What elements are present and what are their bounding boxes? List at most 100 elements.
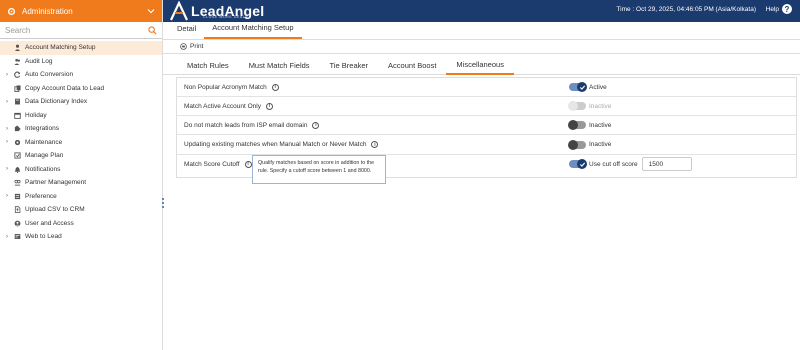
calendar-icon (13, 111, 22, 120)
users-icon (13, 57, 22, 66)
time-display: Time : Oct 29, 2025, 04:46:05 PM (Asia/K… (616, 6, 756, 13)
sidebar-item-copy-account-data-to-lead[interactable]: Copy Account Data to Lead (0, 82, 162, 96)
tab-bar: Detail Account Matching Setup (163, 22, 800, 40)
wrench-icon (13, 138, 22, 147)
tab-detail[interactable]: Detail (169, 21, 204, 39)
sidebar: Administration Account Matching Setup Aud… (0, 0, 164, 350)
subtab-miscellaneous[interactable]: Miscellaneous (446, 56, 514, 75)
sidebar-item-label: Partner Management (25, 179, 87, 187)
toolbar: Print (163, 40, 800, 54)
refresh-icon (13, 70, 22, 79)
info-icon[interactable]: i (312, 121, 320, 129)
copy-icon (13, 84, 22, 93)
help-link[interactable]: Help ? (766, 4, 792, 14)
print-icon[interactable] (180, 43, 187, 50)
sidebar-item-label: Account Matching Setup (25, 44, 96, 52)
sidebar-search (0, 23, 162, 39)
sidebar-item-notifications[interactable]: › Notifications (0, 163, 162, 177)
check-icon (577, 82, 587, 92)
sidebar-item-account-matching-setup[interactable]: Account Matching Setup (0, 41, 162, 55)
user-circle-icon (13, 219, 22, 228)
sidebar-item-auto-conversion[interactable]: › Auto Conversion (0, 68, 162, 82)
sidebar-item-partner-management[interactable]: Partner Management (0, 176, 162, 190)
subtab-match-rules[interactable]: Match Rules (177, 56, 239, 75)
setting-label: Match Active Account Only i (184, 102, 273, 110)
toggle-switch[interactable] (568, 120, 586, 131)
app-root: Administration Account Matching Setup Aud… (0, 0, 800, 350)
setting-row: Match Active Account Only i Inactive (177, 97, 796, 117)
setting-status: Active (589, 83, 607, 91)
sidebar-item-label: Holiday (25, 111, 47, 119)
cutoff-score-input[interactable] (641, 157, 692, 172)
chevron-right-icon[interactable]: › (6, 166, 12, 172)
setting-status: Inactive (589, 121, 612, 129)
setting-label-text: Non Popular Acronym Match (184, 83, 267, 91)
chevron-down-icon[interactable] (147, 7, 155, 15)
question-circle-icon[interactable]: ? (782, 4, 792, 14)
user-gear-icon (13, 43, 22, 52)
sidebar-item-label: Integrations (25, 125, 59, 133)
subtab-tie-breaker[interactable]: Tie Breaker (320, 56, 379, 75)
file-upload-icon (13, 205, 22, 214)
toggle-switch (568, 101, 586, 112)
sidebar-menu: Account Matching Setup Audit Log › Auto Con… (0, 41, 162, 244)
sidebar-item-label: Notifications (25, 165, 61, 173)
sidebar-item-label: Upload CSV to CRM (25, 206, 85, 214)
sidebar-item-label: User and Access (25, 219, 74, 227)
print-button[interactable]: Print (190, 43, 203, 50)
bell-icon (13, 165, 22, 174)
info-icon[interactable]: i (244, 160, 252, 168)
sidebar-item-maintenance[interactable]: › Maintenance (0, 136, 162, 150)
puzzle-icon (13, 124, 22, 133)
book-icon (13, 97, 22, 106)
setting-toggle-group: Use cut off score (569, 157, 692, 172)
info-icon[interactable]: i (371, 141, 379, 149)
sidebar-title: Administration (22, 6, 73, 16)
subtab-account-boost[interactable]: Account Boost (378, 56, 446, 75)
chevron-right-icon[interactable]: › (6, 193, 12, 199)
toggle-switch[interactable] (569, 159, 587, 170)
setting-toggle-group: Inactive (568, 101, 612, 112)
plan-icon (13, 151, 22, 160)
search-input[interactable] (5, 26, 148, 35)
setting-label-text: Do not match leads from ISP email domain (184, 121, 308, 129)
toggle-switch[interactable] (569, 82, 587, 92)
main-content: Detail Account Matching Setup Print Matc… (163, 22, 800, 350)
setting-toggle-group: Inactive (568, 120, 612, 131)
sidebar-item-manage-plan[interactable]: Manage Plan (0, 149, 162, 163)
globe-icon (13, 232, 22, 241)
sidebar-item-data-dictionary-index[interactable]: › Data Dictionary Index (0, 95, 162, 109)
setting-row: Do not match leads from ISP email domain… (177, 116, 796, 136)
sidebar-item-upload-csv-to-crm[interactable]: Upload CSV to CRM (0, 203, 162, 217)
chevron-right-icon[interactable]: › (6, 99, 12, 105)
setting-row: Non Popular Acronym Match i Active (177, 78, 796, 97)
chevron-right-icon[interactable]: › (6, 72, 12, 78)
setting-toggle-group: Active (569, 82, 607, 92)
sidebar-header[interactable]: Administration (0, 0, 162, 22)
setting-toggle-group: Inactive (568, 139, 612, 150)
setting-status: Inactive (589, 102, 612, 110)
chevron-right-icon[interactable]: › (6, 234, 12, 240)
tab-account-matching-setup[interactable]: Account Matching Setup (204, 21, 302, 39)
sidebar-item-label: Manage Plan (25, 152, 64, 160)
toggle-switch[interactable] (568, 139, 586, 150)
sidebar-item-user-and-access[interactable]: User and Access (0, 217, 162, 231)
search-icon[interactable] (148, 22, 157, 40)
info-icon[interactable]: i (265, 102, 273, 110)
tooltip: Qualify matches based on score in additi… (252, 155, 386, 184)
sidebar-item-label: Web to Lead (25, 233, 62, 241)
chevron-right-icon[interactable]: › (6, 139, 12, 145)
sidebar-item-preference[interactable]: › Preference (0, 190, 162, 204)
setting-row: Updating existing matches when Manual Ma… (177, 136, 796, 155)
chevron-right-icon[interactable]: › (6, 126, 12, 132)
toggle-knob (568, 120, 578, 131)
setting-label-text: Match Active Account Only (184, 102, 261, 110)
info-icon[interactable]: i (271, 83, 279, 91)
sidebar-item-integrations[interactable]: › Integrations (0, 122, 162, 136)
setting-status: Inactive (589, 141, 612, 149)
sidebar-item-audit-log[interactable]: Audit Log (0, 55, 162, 69)
sidebar-item-holiday[interactable]: Holiday (0, 109, 162, 123)
sidebar-item-web-to-lead[interactable]: › Web to Lead (0, 230, 162, 244)
subtab-must-match-fields[interactable]: Must Match Fields (239, 56, 320, 75)
sidebar-item-label: Auto Conversion (25, 71, 74, 79)
